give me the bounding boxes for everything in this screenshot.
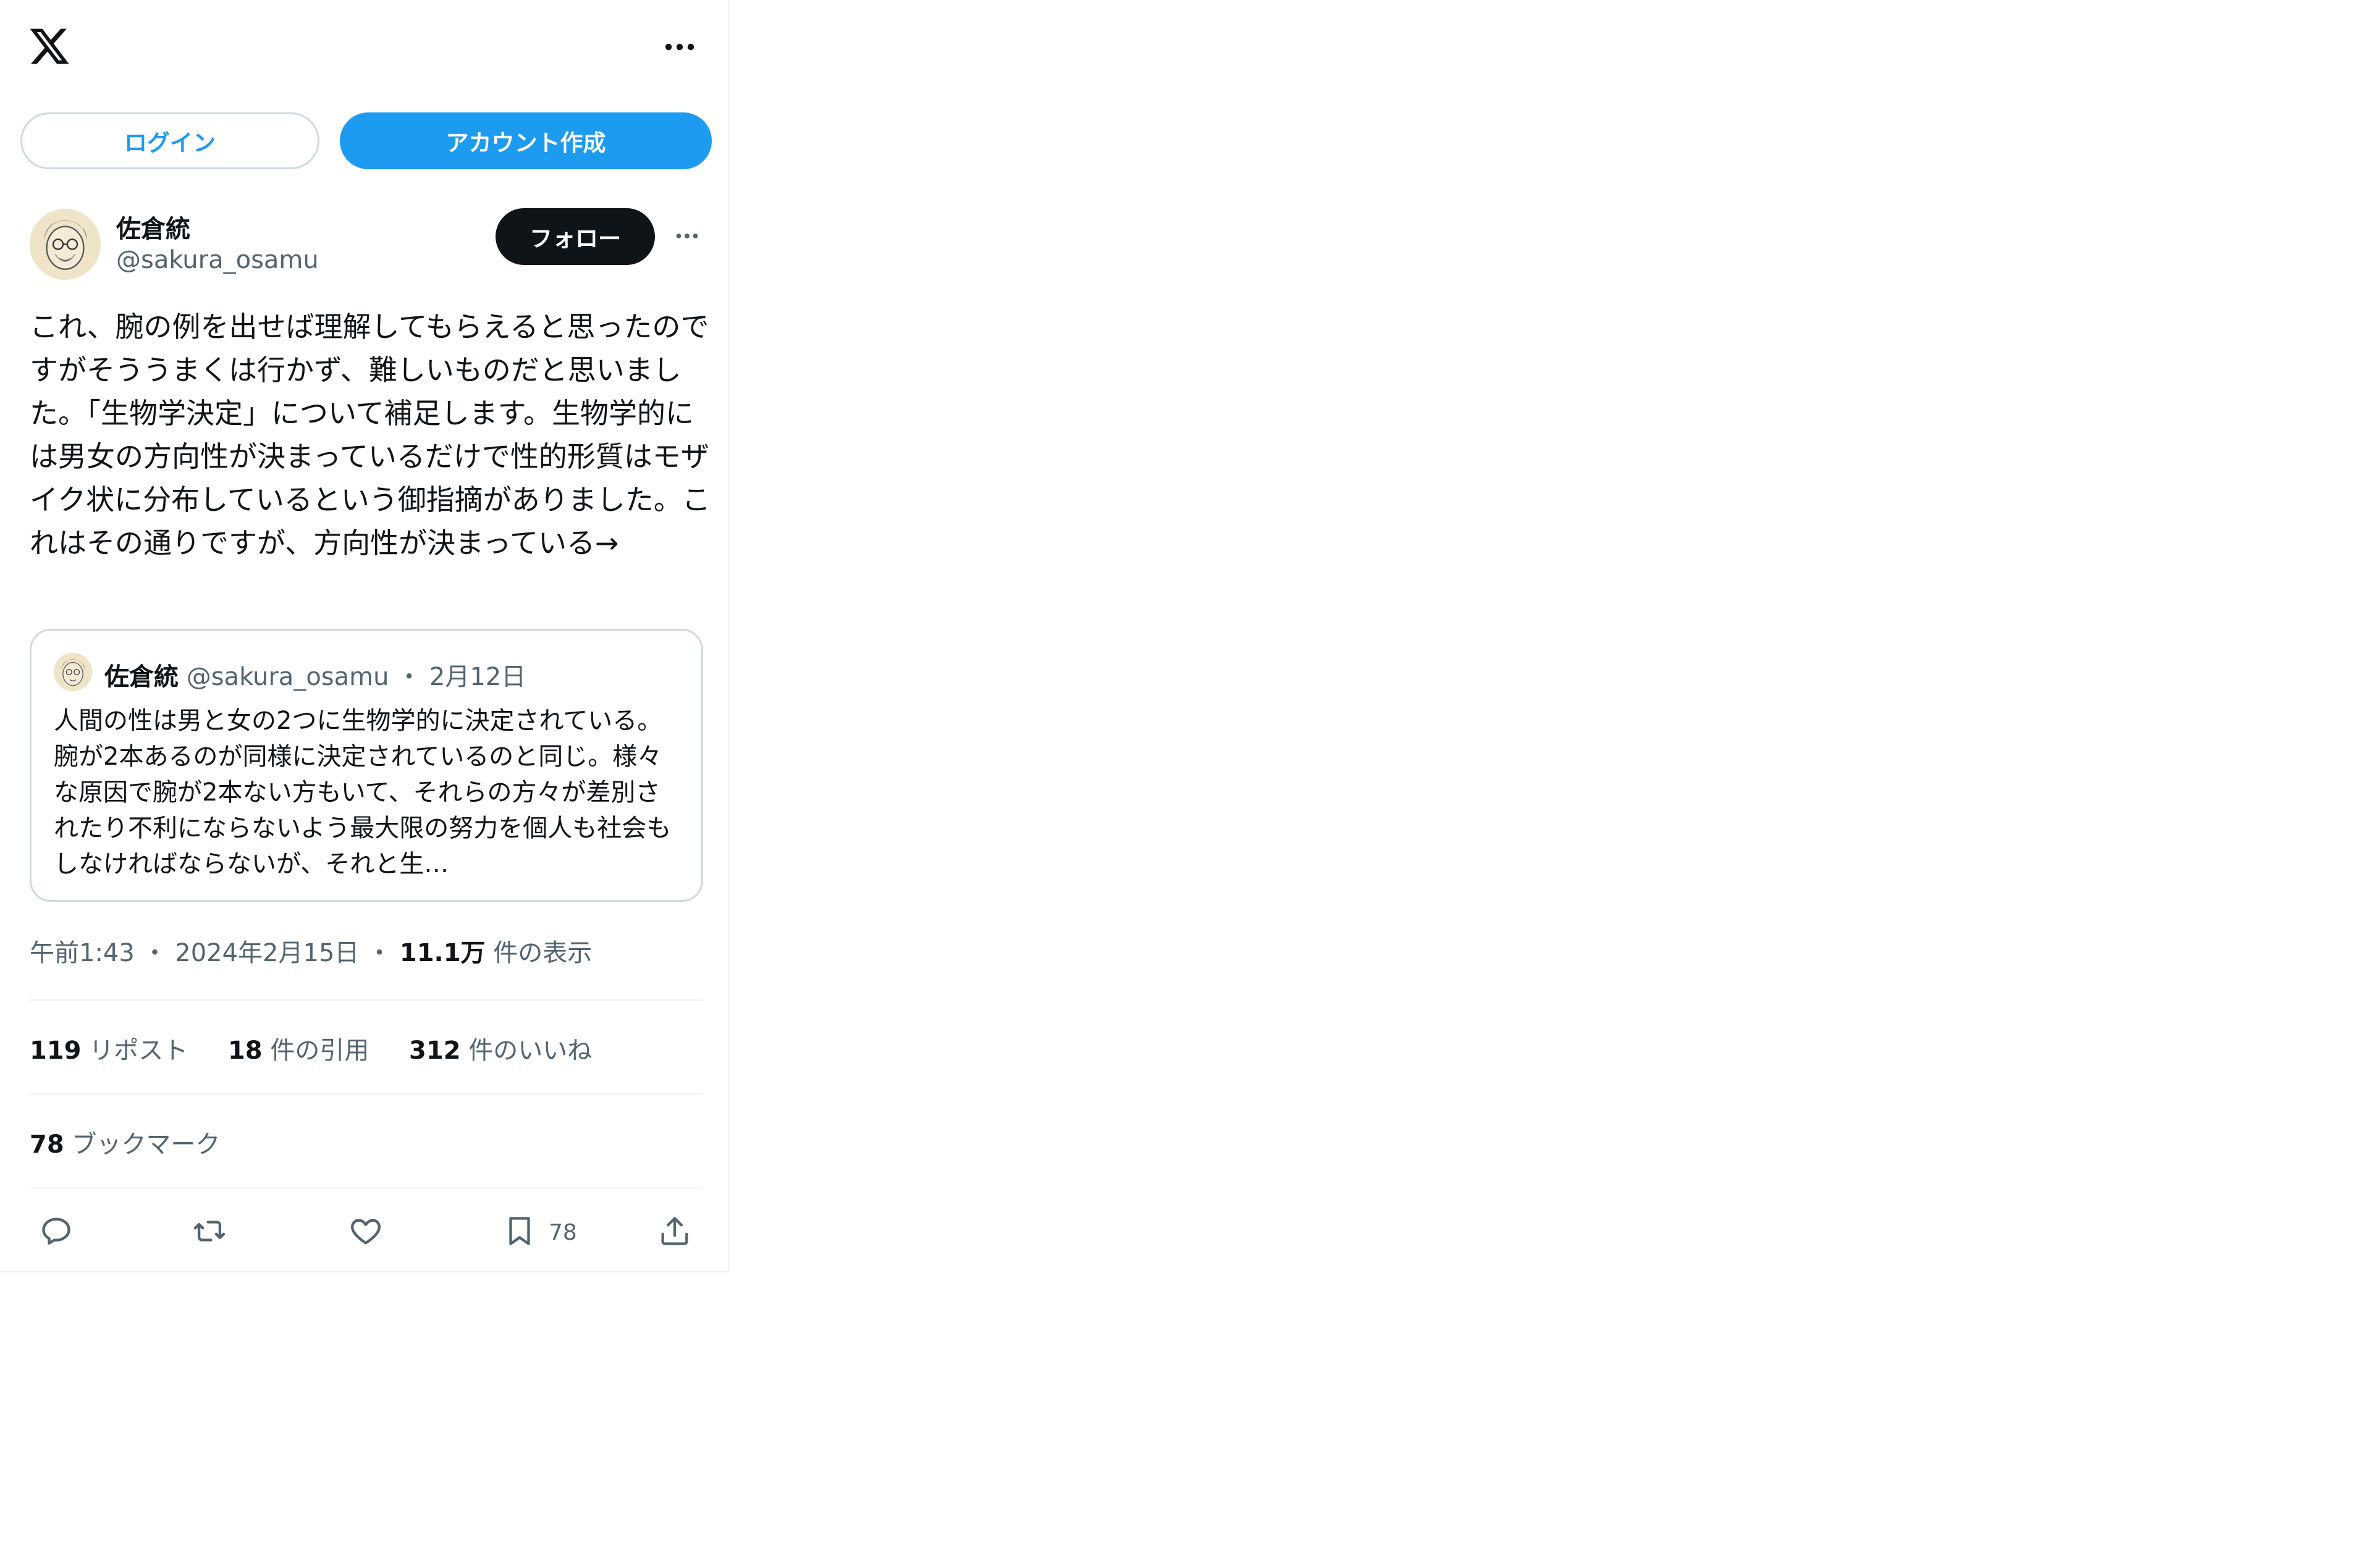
follow-button[interactable]: フォロー bbox=[496, 208, 655, 265]
bookmarks-count: 78 bbox=[30, 1130, 64, 1159]
tweet-more-icon[interactable] bbox=[670, 222, 704, 250]
tweet-column: ログイン アカウント作成 佐倉統 @sakura_osamu フォロー これ、腕… bbox=[0, 0, 729, 1272]
quote-author-name: 佐倉統 bbox=[104, 663, 179, 691]
action-bar: 78 bbox=[0, 1208, 729, 1257]
meta-separator: ・ bbox=[367, 939, 400, 967]
divider bbox=[30, 1187, 703, 1188]
retweets-stat[interactable]: 119 リポスト bbox=[30, 1036, 188, 1065]
bookmark-count: 78 bbox=[549, 1219, 577, 1245]
tweet-text: これ、腕の例を出せば理解してもらえると思ったのですがそううまくは行かず、難しいも… bbox=[30, 310, 711, 560]
tweet-date[interactable]: 2024年2月15日 bbox=[175, 939, 359, 967]
author-handle[interactable]: @sakura_osamu bbox=[116, 246, 319, 274]
x-logo-icon[interactable] bbox=[28, 25, 71, 68]
retweets-label: リポスト bbox=[89, 1036, 188, 1065]
more-options-icon[interactable] bbox=[662, 32, 697, 62]
views-count: 11.1万 bbox=[399, 939, 486, 967]
retweets-count: 119 bbox=[30, 1036, 82, 1065]
quote-header: 佐倉統 @sakura_osamu ・ 2月12日 bbox=[104, 657, 526, 692]
likes-stat[interactable]: 312 件のいいね bbox=[409, 1036, 592, 1065]
views-label: 件の表示 bbox=[493, 939, 593, 967]
author-name[interactable]: 佐倉統 bbox=[116, 209, 190, 245]
retweet-icon bbox=[192, 1213, 227, 1251]
quote-separator: ・ bbox=[397, 663, 422, 691]
quote-author-handle: @sakura_osamu bbox=[186, 663, 389, 691]
likes-count: 312 bbox=[409, 1036, 461, 1065]
meta-separator: ・ bbox=[142, 939, 167, 967]
like-button[interactable] bbox=[348, 1208, 384, 1257]
likes-label: 件のいいね bbox=[468, 1036, 593, 1065]
heart-icon bbox=[348, 1213, 384, 1251]
reply-button[interactable] bbox=[38, 1208, 74, 1257]
bookmark-button[interactable]: 78 bbox=[502, 1208, 577, 1257]
quote-author-avatar bbox=[54, 653, 92, 691]
quote-text: 人間の性は男と女の2つに生物学的に決定されている。腕が2本あるのが同様に決定され… bbox=[54, 707, 672, 878]
tweet-meta: 午前1:43 ・ 2024年2月15日 ・ 11.1万 件の表示 bbox=[30, 933, 592, 969]
quoted-tweet[interactable]: 佐倉統 @sakura_osamu ・ 2月12日 人間の性は男と女の2つに生物… bbox=[30, 629, 703, 902]
bookmark-icon bbox=[502, 1213, 538, 1251]
quotes-count: 18 bbox=[227, 1036, 263, 1065]
share-icon bbox=[657, 1213, 693, 1251]
quote-date: 2月12日 bbox=[429, 663, 526, 691]
create-account-button[interactable]: アカウント作成 bbox=[340, 112, 712, 169]
reply-icon bbox=[38, 1213, 74, 1251]
divider bbox=[30, 1093, 703, 1095]
engagement-stats: 119 リポスト 18 件の引用 312 件のいいね bbox=[30, 1030, 624, 1066]
top-bar bbox=[0, 0, 729, 93]
share-button[interactable] bbox=[657, 1208, 693, 1257]
retweet-button[interactable] bbox=[192, 1208, 227, 1257]
bookmarks-stat: 78 ブックマーク bbox=[30, 1124, 220, 1160]
bookmarks-label: ブックマーク bbox=[72, 1130, 221, 1159]
login-button[interactable]: ログイン bbox=[20, 112, 319, 169]
quotes-stat[interactable]: 18 件の引用 bbox=[228, 1036, 369, 1065]
divider bbox=[30, 999, 703, 1001]
quotes-label: 件の引用 bbox=[270, 1036, 369, 1065]
tweet-time[interactable]: 午前1:43 bbox=[30, 939, 135, 967]
author-avatar[interactable] bbox=[30, 209, 101, 280]
